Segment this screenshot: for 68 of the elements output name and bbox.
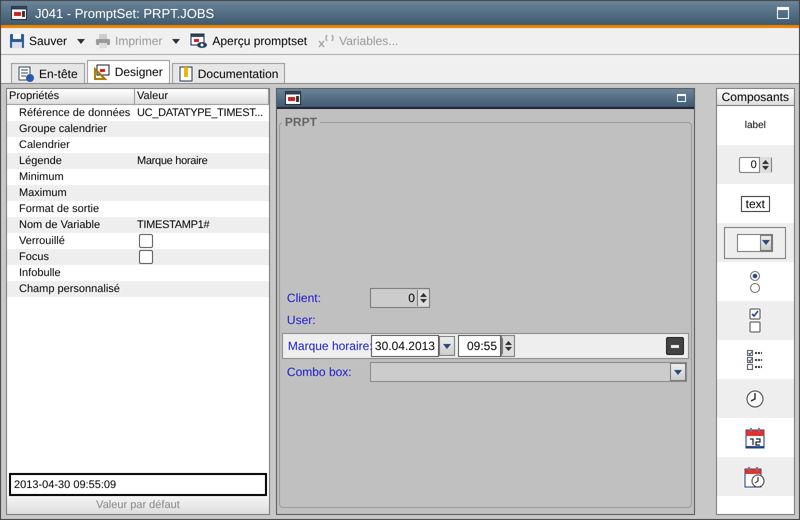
spin-buttons[interactable] xyxy=(416,290,429,306)
field-label: Client: xyxy=(286,291,322,305)
spin-buttons[interactable] xyxy=(758,156,771,172)
tab[interactable]: En-tête xyxy=(11,63,85,83)
combo-component[interactable] xyxy=(724,226,786,258)
spin-buttons[interactable] xyxy=(502,338,514,354)
variables-icon xyxy=(317,33,336,49)
property-name: Maximum xyxy=(18,187,67,199)
toolbar-button[interactable]: Aperçu promptset xyxy=(190,33,308,49)
window-ruler-icon xyxy=(94,64,110,80)
property-name: Minimum xyxy=(18,171,64,183)
checkboxes-icon[interactable] xyxy=(749,308,762,334)
checkbox[interactable] xyxy=(139,250,153,264)
window-title: J041 - PromptSet: PRPT.JOBS xyxy=(35,6,214,20)
field-caption: Valeur par défaut xyxy=(7,496,269,514)
number-spinner[interactable]: 0 xyxy=(370,288,430,308)
property-name: Infobulle xyxy=(18,267,61,279)
field-label: Marque horaire: xyxy=(288,339,371,353)
default-value-field[interactable]: 2013-04-30 09:55:09 xyxy=(9,473,267,496)
radio-buttons-icon[interactable] xyxy=(749,270,762,294)
field-row[interactable]: Combo box: xyxy=(282,361,689,383)
property-name: Groupe calendrier xyxy=(18,123,108,135)
printer-icon xyxy=(95,33,112,49)
property-name: Référence de données xyxy=(18,107,130,119)
field-row[interactable]: Client: 0 xyxy=(282,287,689,309)
field-label: User: xyxy=(286,313,317,327)
property-name: Champ personnalisé xyxy=(18,283,120,295)
property-value: Marque horaire xyxy=(136,155,208,167)
property-name: Calendrier xyxy=(18,139,70,151)
group-title: PRPT xyxy=(284,115,318,129)
field-row[interactable]: User: xyxy=(282,309,689,331)
checkbox[interactable] xyxy=(139,234,153,248)
tab[interactable]: Designer xyxy=(86,60,170,83)
caret-icon[interactable] xyxy=(77,38,86,44)
calendar-icon[interactable] xyxy=(745,426,766,448)
property-name: Légende xyxy=(18,155,62,167)
dropdown-arrow-icon xyxy=(674,370,682,374)
book-icon xyxy=(178,66,193,82)
property-name: Nom de Variable xyxy=(18,219,100,231)
spinner-component[interactable]: 0 xyxy=(738,156,772,172)
column-header: Propriétés xyxy=(7,89,135,104)
maximize-icon[interactable] xyxy=(676,94,686,102)
calendar-clock-icon[interactable] xyxy=(744,466,766,488)
clock-icon[interactable] xyxy=(746,390,764,408)
property-name: Focus xyxy=(18,251,49,263)
tab[interactable]: Documentation xyxy=(172,63,286,83)
app-icon xyxy=(11,6,27,20)
document-info-icon xyxy=(18,66,34,82)
property-value: TIMESTAMP1# xyxy=(136,219,210,231)
column-header: Valeur xyxy=(135,89,269,104)
date-field[interactable]: 30.04.2013 xyxy=(370,335,439,357)
time-field[interactable]: 09:55 xyxy=(458,335,502,357)
maximize-icon[interactable] xyxy=(777,7,789,19)
label-component[interactable]: label xyxy=(744,120,766,131)
toolbar-button[interactable]: Sauver xyxy=(9,33,68,49)
property-name: Verrouillé xyxy=(18,235,65,247)
text-component[interactable]: text xyxy=(740,196,770,212)
window-eye-icon xyxy=(190,33,208,49)
property-name: Format de sortie xyxy=(18,203,100,215)
dropdown-arrow-icon xyxy=(762,240,770,245)
property-value: UC_DATATYPE_TIMEST... xyxy=(136,107,263,119)
dropdown-button[interactable] xyxy=(438,336,455,356)
checklist-icon[interactable] xyxy=(747,350,764,370)
panel-title: Composants xyxy=(716,89,794,106)
field-label: Combo box: xyxy=(286,365,353,379)
dropdown-arrow-icon xyxy=(442,344,451,348)
selected-field-row[interactable]: Marque horaire: 30.04.2013 09:55 xyxy=(282,333,689,359)
remove-button[interactable] xyxy=(666,337,684,355)
